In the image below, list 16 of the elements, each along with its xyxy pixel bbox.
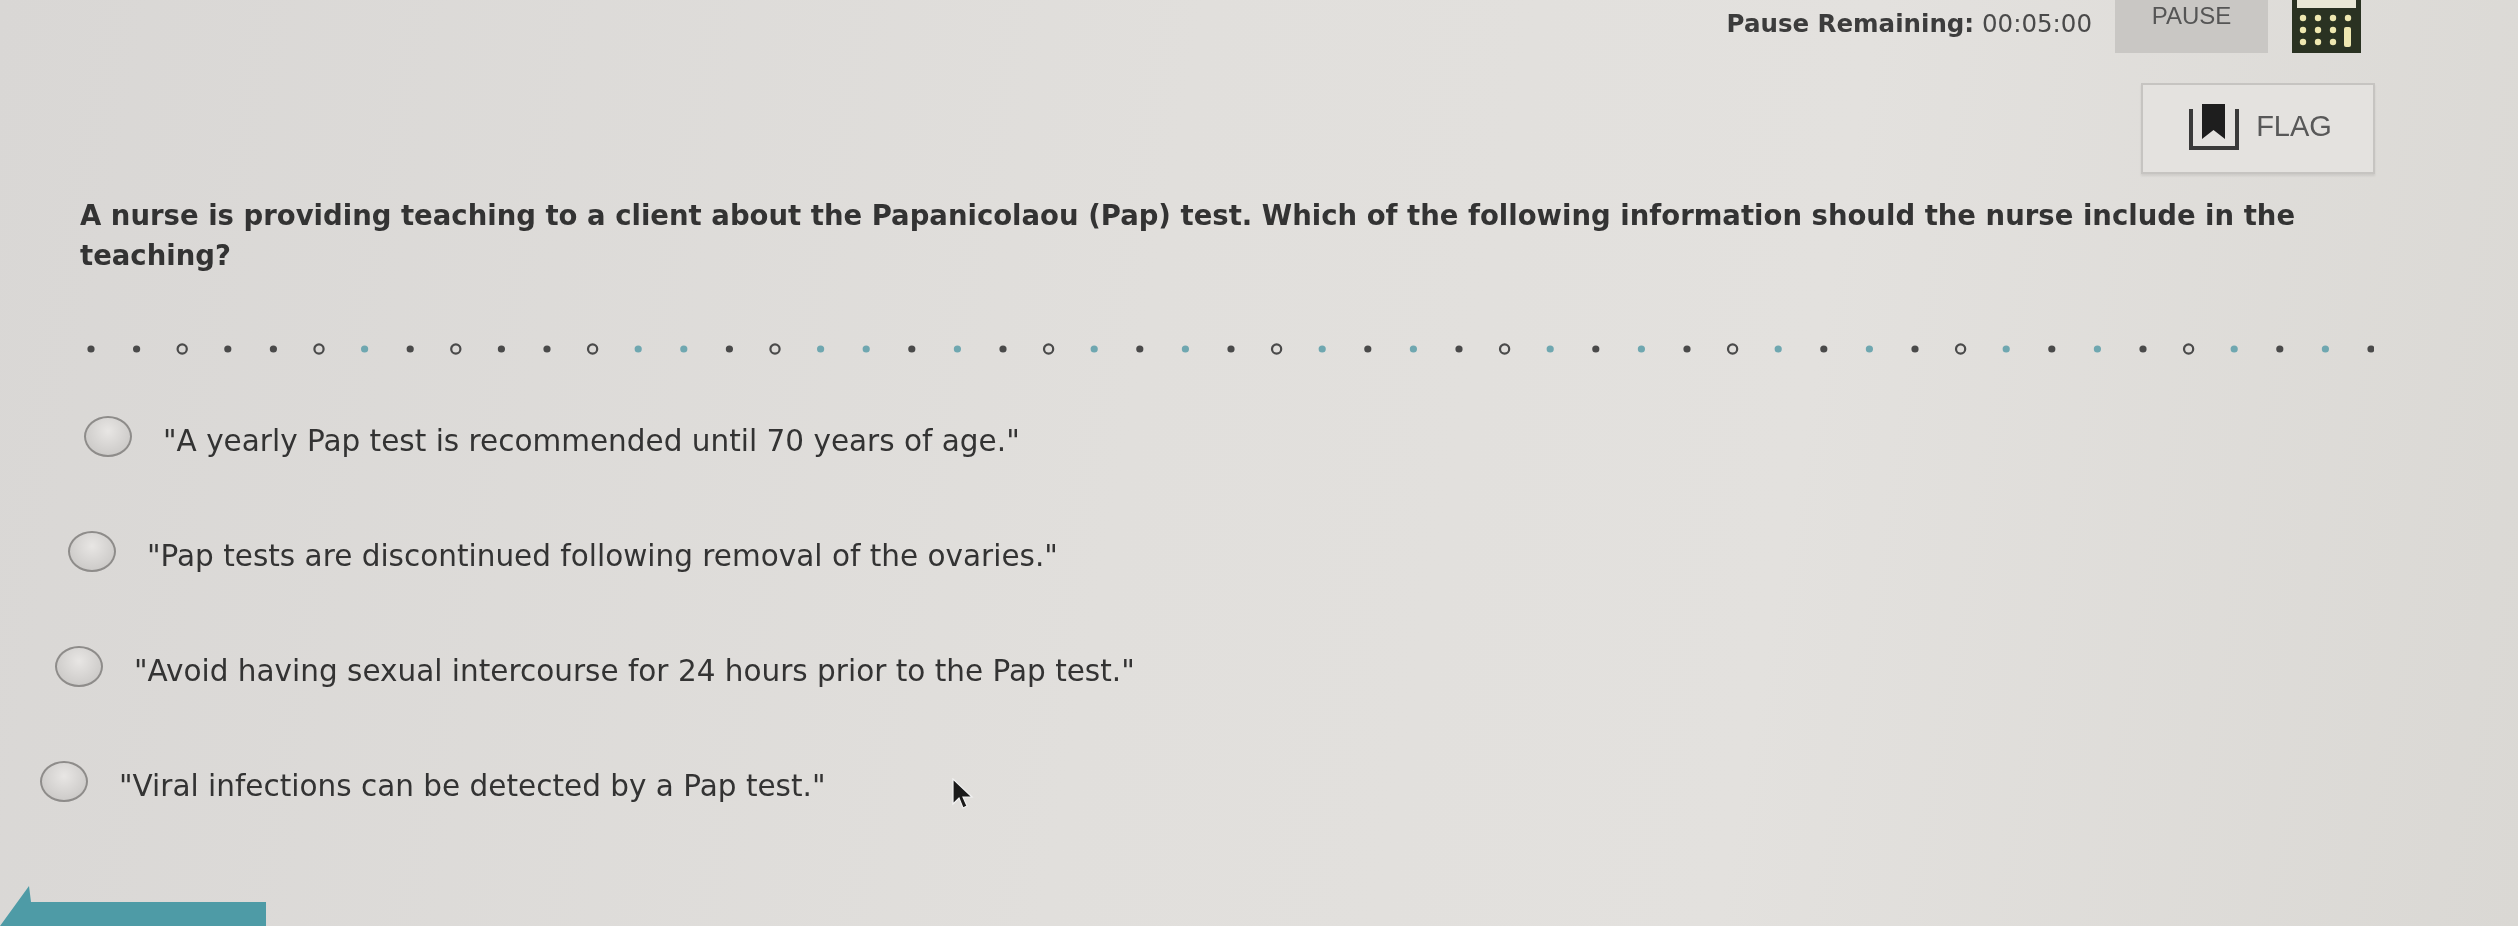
radio-button[interactable] [84,415,132,457]
answer-option-text[interactable]: "A yearly Pap test is recommended until 70 years of age." [163,422,1020,460]
radio-button[interactable] [55,645,103,687]
answer-option-text[interactable]: "Viral infections can be detected by a Pap test." [119,767,826,805]
bookmark-icon [2188,102,2241,151]
pause-button[interactable]: PAUSE [2115,0,2268,53]
answer-option-text[interactable]: "Avoid having sexual intercourse for 24 hours prior to the Pap test." [134,652,1135,690]
flag-button[interactable]: FLAG [2141,83,2375,174]
mouse-cursor-icon [952,778,974,810]
answer-option-text[interactable]: "Pap tests are discontinued following removal of the ovaries." [147,537,1058,575]
radio-button[interactable] [40,760,88,802]
back-arrow-button[interactable] [0,886,266,926]
question-text: A nurse is providing teaching to a client about the Papanicolaou (Pap) test. Which of the following information should the nurse include in the teaching? [80,198,2297,273]
calculator-icon[interactable] [2292,0,2361,53]
pause-timer: Pause Remaining: 00:05:00 [1726,9,2092,39]
radio-button[interactable] [68,530,116,572]
